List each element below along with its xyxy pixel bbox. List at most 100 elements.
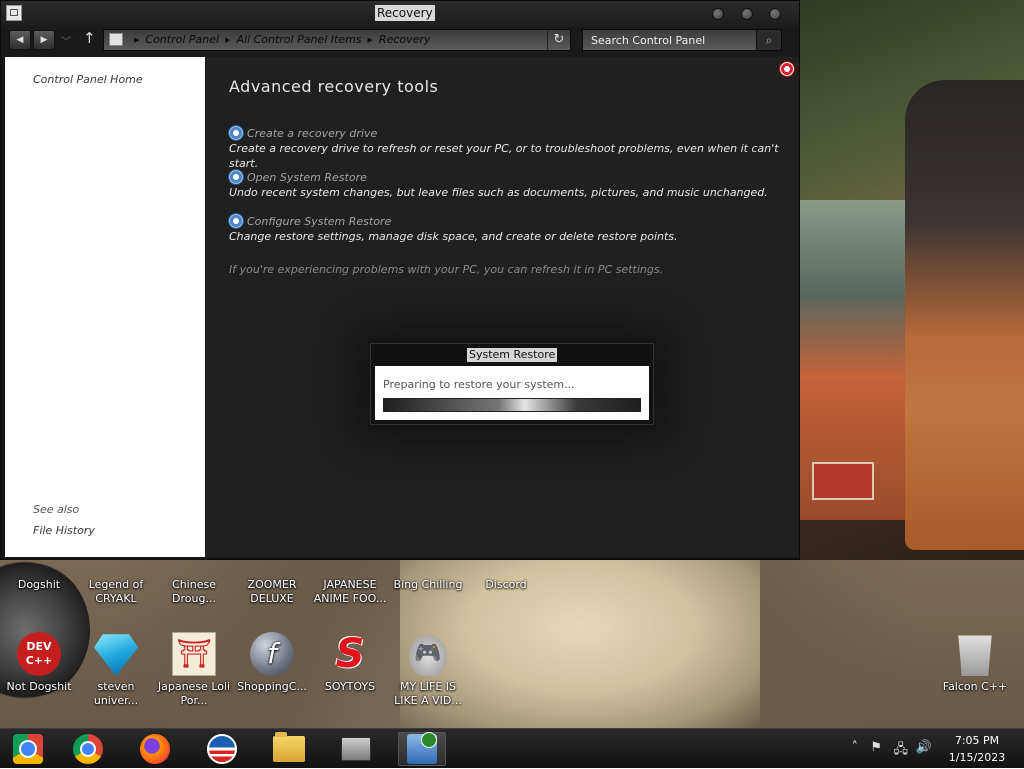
breadcrumb-recovery[interactable]: Recovery	[379, 33, 431, 46]
dialog-title: System Restore	[467, 348, 558, 362]
breadcrumb-separator-icon: ▶	[367, 36, 373, 44]
taskbar-file-explorer[interactable]	[265, 732, 313, 766]
refresh-pc-settings-link[interactable]: If you're experiencing problems with you…	[229, 263, 663, 276]
desktop-icon-recycle-bin[interactable]: Falcon C++	[936, 632, 1014, 694]
flash-icon: f	[250, 632, 294, 676]
clock-time: 7:05 PM	[954, 734, 1000, 747]
desktop-icon-label: Legend of CRYAKL	[88, 578, 144, 605]
desktop-icon-label: ShoppingC...	[237, 680, 307, 693]
desktop-icon-label: SOYTOYS	[324, 680, 376, 693]
taskbar-store[interactable]	[332, 732, 380, 766]
dialog-body: Preparing to restore your system...	[375, 366, 649, 420]
desktop-icon-label: ZOOMER DELUXE	[247, 578, 297, 605]
flag-icon[interactable]: ⚑	[870, 740, 882, 755]
main-content: Advanced recovery tools Create a recover…	[205, 57, 799, 557]
shield-gear-icon	[229, 126, 243, 140]
search-input[interactable]	[583, 30, 771, 50]
system-restore-icon	[407, 732, 437, 764]
network-icon[interactable]: 🖧	[894, 740, 909, 762]
see-also-heading: See also	[33, 503, 80, 516]
desktop-icon-japanese-loli[interactable]: ⛩ Japanese Loli Por...	[155, 632, 233, 708]
control-panel-window: Recovery ◀ ▶ ﹀ ↑ ▶ Control Panel ▶ All Cont…	[0, 0, 800, 560]
window-title: Recovery	[375, 5, 435, 21]
control-panel-home-link[interactable]: Control Panel Home	[33, 73, 143, 86]
desktop-icon-my-life[interactable]: 🎮 MY LIFE IS LIKE A VID...	[389, 632, 467, 708]
taskbar-obama-logo[interactable]	[198, 732, 246, 766]
desktop-icon-label: Dogshit	[17, 578, 61, 591]
chrome-icon	[73, 734, 103, 764]
volume-icon[interactable]: 🔊	[916, 740, 932, 755]
gamepad-icon: 🎮	[406, 632, 450, 676]
clock[interactable]: 7:05 PM 1/15/2023	[946, 732, 1008, 766]
desktop-icon-label: Bing Chilling	[393, 578, 463, 591]
taskbar-chrome-app[interactable]	[4, 732, 52, 766]
desktop-icon-zoomer-deluxe[interactable]: ZOOMER DELUXE	[233, 578, 311, 606]
refresh-icon[interactable]: ↻	[547, 30, 570, 50]
chevron-up-icon[interactable]: ˄	[852, 740, 859, 755]
address-bar[interactable]: ▶ Control Panel ▶ All Control Panel Items ▶ R…	[103, 29, 571, 51]
s-logo-icon: S	[335, 631, 365, 677]
desktop-icon-steven-universe[interactable]: steven univer...	[77, 632, 155, 708]
open-system-restore-link[interactable]: Open System Restore	[247, 171, 367, 184]
navigation-pane: Control Panel Home See also File History	[5, 57, 205, 557]
desktop-icon-discord[interactable]: Discord	[467, 578, 545, 592]
desktop-icon-label: Chinese Droug...	[172, 578, 216, 605]
desktop-icon-label: Discord	[485, 578, 527, 591]
breadcrumb: ▶ Control Panel ▶ All Control Panel Items ▶ R…	[128, 30, 430, 50]
minimize-button[interactable]	[712, 8, 724, 20]
tool-description: Undo recent system changes, but leave fi…	[229, 186, 768, 199]
desktop-icon-legend-of-cryakl[interactable]: Legend of CRYAKL	[77, 578, 155, 606]
maximize-button[interactable]	[741, 8, 753, 20]
desktop-icon-label: MY LIFE IS LIKE A VID...	[394, 680, 462, 707]
tool-create-recovery-drive: Create a recovery drive Create a recover…	[229, 125, 799, 171]
firefox-icon	[140, 734, 170, 764]
taskbar: ˄ ⚑ 🖧 🔊 7:05 PM 1/15/2023	[0, 728, 1024, 768]
taskbar-firefox[interactable]	[131, 732, 179, 766]
search-box[interactable]: ⌕	[582, 29, 782, 51]
desktop-icon-label: Not Dogshit	[6, 680, 72, 693]
desktop-icon-label: steven univer...	[93, 680, 139, 707]
create-recovery-drive-link[interactable]: Create a recovery drive	[247, 127, 377, 140]
dialog-message: Preparing to restore your system...	[383, 378, 575, 391]
forward-button[interactable]: ▶	[33, 30, 55, 50]
breadcrumb-separator-icon: ▶	[225, 36, 231, 44]
close-button[interactable]	[769, 8, 781, 20]
desktop-icon-label: Japanese Loli Por...	[157, 680, 231, 707]
page-title: Advanced recovery tools	[229, 77, 439, 96]
desktop-icon-not-dogshit[interactable]: DEV C++ Not Dogshit	[0, 632, 78, 694]
desktop-icon-soytoys[interactable]: S SOYTOYS	[311, 632, 389, 694]
file-history-link[interactable]: File History	[33, 524, 95, 537]
desktop-icon-japanese-anime[interactable]: JAPANESE ANIME FOO...	[311, 578, 389, 606]
control-panel-icon[interactable]	[6, 5, 22, 21]
shield-gear-icon	[229, 214, 243, 228]
desktop-icon-chinese-droug[interactable]: Chinese Droug...	[155, 578, 233, 606]
desktop-icon-label: Falcon C++	[942, 680, 1008, 693]
breadcrumb-control-panel[interactable]: Control Panel	[145, 33, 219, 46]
desktop-icon-shopping[interactable]: f ShoppingC...	[233, 632, 311, 694]
tool-open-system-restore: Open System Restore Undo recent system c…	[229, 169, 768, 200]
control-panel-icon	[109, 33, 123, 46]
chrome-app-icon	[13, 734, 43, 764]
recent-locations-chevron-icon[interactable]: ﹀	[61, 33, 71, 48]
configure-system-restore-link[interactable]: Configure System Restore	[247, 215, 391, 228]
devcpp-icon: DEV C++	[17, 632, 61, 676]
search-icon[interactable]: ⌕	[756, 30, 781, 50]
help-icon[interactable]	[779, 61, 795, 77]
desktop-icon-dogshit[interactable]: Dogshit	[0, 578, 78, 592]
back-button[interactable]: ◀	[9, 30, 31, 50]
taskbar-chrome[interactable]	[64, 732, 112, 766]
desktop-icon-bing-chilling[interactable]: Bing Chilling	[389, 578, 467, 592]
folder-icon	[273, 732, 305, 762]
wallpaper-car-door	[905, 80, 1024, 550]
tool-description: Create a recovery drive to refresh or re…	[229, 142, 779, 170]
progress-fill	[384, 399, 640, 411]
taskbar-system-restore[interactable]	[398, 732, 446, 766]
window-titlebar[interactable]: Recovery	[1, 1, 799, 27]
breadcrumb-all-items[interactable]: All Control Panel Items	[236, 33, 361, 46]
shield-gear-icon	[229, 170, 243, 184]
address-row: ◀ ▶ ﹀ ↑ ▶ Control Panel ▶ All Control Panel…	[1, 27, 799, 57]
store-icon	[341, 737, 371, 761]
system-restore-dialog: System Restore Preparing to restore your…	[370, 343, 654, 425]
up-arrow-icon[interactable]: ↑	[83, 29, 96, 47]
tool-description: Change restore settings, manage disk spa…	[229, 230, 678, 243]
